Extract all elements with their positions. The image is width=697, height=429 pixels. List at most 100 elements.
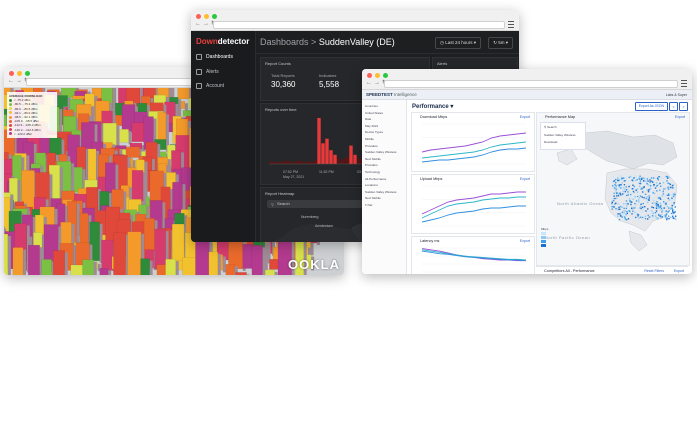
report-bar[interactable] (357, 158, 361, 164)
filter-item[interactable]: Sudden Valley Wireless (365, 150, 396, 154)
hamburger-menu-icon[interactable] (508, 21, 514, 28)
close-dot[interactable] (196, 14, 201, 19)
export-button[interactable]: Export (520, 239, 530, 243)
report-bar[interactable] (309, 161, 313, 164)
address-bar[interactable] (213, 21, 505, 29)
next-button[interactable]: > (679, 102, 688, 111)
coverage-tile (662, 181, 665, 184)
coverage-tile (622, 188, 624, 190)
map-search-input[interactable]: ⚲ Search (544, 125, 557, 129)
coverage-tile (663, 182, 666, 184)
export-button[interactable]: Export (674, 269, 684, 273)
building-side (128, 131, 132, 145)
series-line[interactable] (422, 196, 526, 219)
filter-item[interactable]: May 2021 (365, 124, 378, 128)
minimize-dot[interactable] (375, 73, 380, 78)
coverage-tile (623, 193, 626, 195)
heatmap-search-input[interactable]: Search (267, 200, 367, 208)
filter-item[interactable]: Next Mobile (365, 196, 381, 200)
coverage-tile (662, 193, 665, 195)
coverage-tile (621, 216, 623, 218)
report-bar[interactable] (305, 161, 309, 164)
coverage-tile (670, 212, 673, 215)
report-bar[interactable] (285, 160, 289, 164)
export-button[interactable]: Export (675, 115, 685, 119)
filter-item[interactable]: All Performance (365, 177, 386, 181)
report-bar[interactable] (269, 161, 273, 164)
coverage-tile (628, 198, 631, 200)
report-bar[interactable] (349, 145, 353, 164)
coverage-tile (619, 186, 621, 189)
coverage-tile (613, 195, 615, 197)
filter-item[interactable]: Device Types (365, 130, 383, 134)
maximize-dot[interactable] (212, 14, 217, 19)
series-line[interactable] (422, 248, 526, 262)
prev-button[interactable]: < (669, 102, 678, 111)
export-button[interactable]: Export (520, 115, 530, 119)
user-menu[interactable]: Labs & Super (666, 93, 687, 97)
address-bar[interactable] (384, 80, 678, 88)
hamburger-menu-icon[interactable] (681, 80, 687, 87)
series-line[interactable] (422, 147, 527, 163)
coverage-tile (638, 201, 640, 203)
coverage-tile (649, 179, 651, 181)
refresh-button[interactable]: ↻ 5m ▾ (488, 37, 513, 49)
coverage-tile (659, 206, 661, 208)
close-dot[interactable] (9, 71, 14, 76)
filter-item[interactable]: Date (365, 117, 371, 121)
export-json-button[interactable]: Export As JSON (634, 102, 668, 111)
report-bar[interactable] (313, 160, 317, 164)
report-bar[interactable] (341, 159, 345, 164)
maximize-dot[interactable] (25, 71, 30, 76)
report-bar[interactable] (337, 158, 341, 164)
coverage-tile (647, 177, 650, 179)
report-bar[interactable] (297, 160, 301, 164)
minimize-dot[interactable] (204, 14, 209, 19)
report-bar[interactable] (325, 138, 329, 164)
browser-chrome: ←→↻ (362, 69, 692, 90)
filter-item[interactable]: Next Mobile (365, 157, 381, 161)
coverage-tile (612, 198, 615, 200)
report-bar[interactable] (277, 161, 281, 164)
report-bar[interactable] (353, 154, 357, 164)
report-bar[interactable] (321, 143, 325, 164)
report-bar[interactable] (333, 154, 337, 164)
filter-item[interactable]: Technology (365, 170, 380, 174)
export-button[interactable]: Export (520, 177, 530, 181)
sidebar-item-account[interactable]: Account (196, 83, 224, 89)
filter-item[interactable]: Mobile (365, 137, 374, 141)
filter-item[interactable]: T-Net (365, 203, 372, 207)
report-bar[interactable] (301, 161, 305, 164)
report-bar[interactable] (273, 161, 277, 164)
time-range-button[interactable]: ◷ Last 24 hours ▾ (435, 37, 481, 49)
coverage-tile (643, 177, 646, 180)
filter-item[interactable]: Countries (365, 104, 378, 108)
filter-item[interactable]: Providers (365, 163, 378, 167)
close-dot[interactable] (367, 73, 372, 78)
building (4, 233, 9, 275)
coverage-tile (652, 206, 655, 209)
downdetector-logo[interactable]: Downdetector (196, 37, 249, 46)
series-line[interactable] (422, 249, 527, 261)
reset-filters-button[interactable]: Reset Filters (644, 269, 664, 273)
report-bar[interactable] (317, 118, 321, 164)
coverage-tile (631, 179, 633, 181)
report-bar[interactable] (289, 161, 293, 164)
report-bar[interactable] (281, 161, 285, 164)
report-bar[interactable] (293, 161, 297, 164)
report-bar[interactable] (345, 157, 349, 164)
map-search-panel[interactable]: ⚲ Search Sudden Valley Wireless Download (540, 122, 586, 150)
minimize-dot[interactable] (17, 71, 22, 76)
filter-item[interactable]: Providers (365, 144, 378, 148)
speedtest-logo[interactable]: SPEEDTEST Intelligence (366, 92, 417, 97)
sidebar-item-dashboards[interactable]: Dashboards (196, 54, 233, 60)
series-line[interactable] (422, 205, 526, 223)
filter-item[interactable]: United States (365, 111, 383, 115)
filter-item[interactable]: Sudden Valley Wireless (365, 190, 396, 194)
filter-item[interactable]: Locations (365, 183, 378, 187)
sidebar-item-alerts[interactable]: Alerts (196, 69, 219, 75)
section-title[interactable]: Performance ▾ (412, 103, 453, 110)
report-bar[interactable] (329, 150, 333, 164)
maximize-dot[interactable] (383, 73, 388, 78)
breadcrumb[interactable]: Dashboards (260, 37, 309, 47)
